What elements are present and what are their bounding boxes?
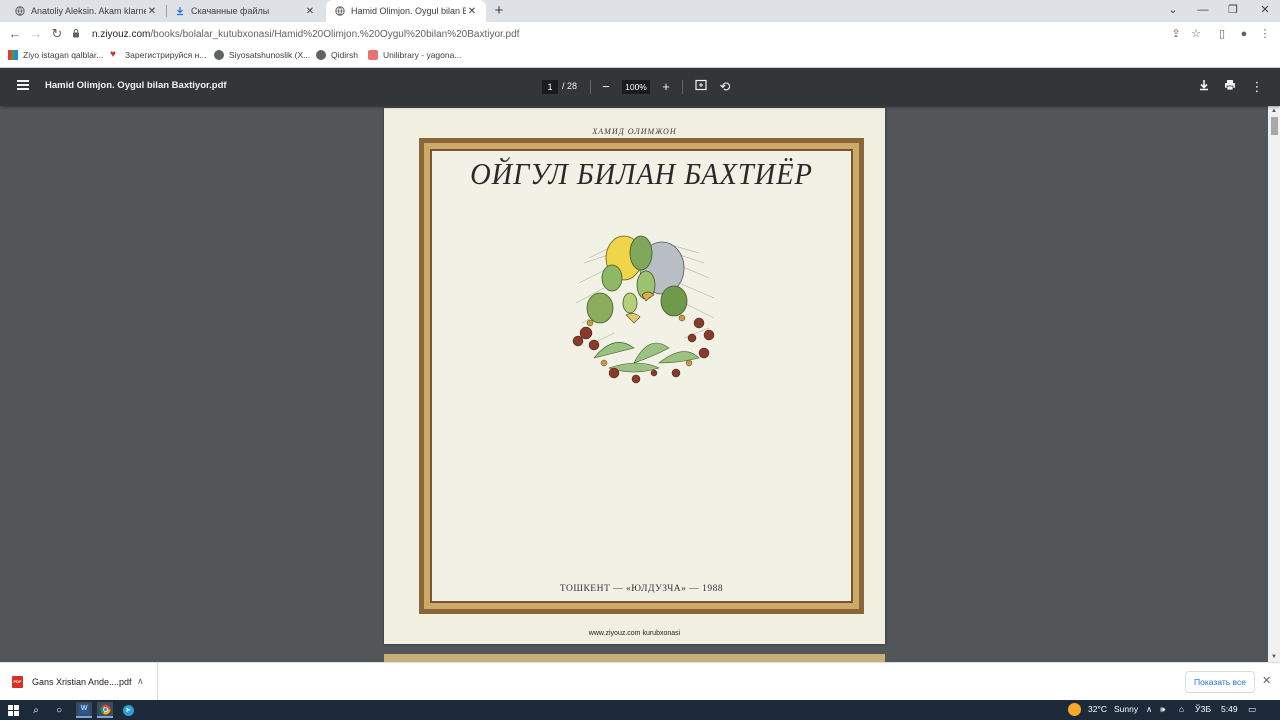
windows-taskbar: ⌕ ○ W ➤ 32°C Sunny ∧ 🕪 ⌂ ЎЗБ 5:49 ▭	[0, 700, 1280, 720]
minimize-button[interactable]: —	[1188, 0, 1218, 22]
book-title: ОЙГУЛ БИЛАН БАХТИЁР	[470, 156, 813, 191]
forward-button[interactable]: →	[27, 25, 45, 43]
download-filename: Gans Xristian Ande....pdf	[32, 676, 132, 687]
globe-icon	[334, 6, 345, 17]
tab-downloads[interactable]: Скачанные файлы ✕	[166, 0, 324, 22]
tab-title: Hamid Olimjon. Oygul bilan Baxti	[351, 6, 466, 16]
pdf-file-icon: PDF	[12, 675, 23, 688]
print-icon[interactable]	[1221, 78, 1239, 96]
language-indicator[interactable]: ЎЗБ	[1195, 704, 1211, 714]
pdf-viewport[interactable]: ХАМИД ОЛИМЖОН ОЙГУЛ БИЛАН БАХТИЁР ТОШКЕН…	[0, 106, 1280, 662]
address-bar[interactable]: n.ziyouz.com/books/bolalar_kutubxonasi/H…	[72, 24, 1212, 44]
star-icon[interactable]: ☆	[1187, 25, 1205, 43]
globe-icon	[14, 6, 25, 17]
close-window-button[interactable]: ✕	[1250, 0, 1280, 22]
scroll-up-arrow-icon[interactable]: ▲	[1268, 106, 1280, 116]
close-icon[interactable]: ✕	[146, 6, 158, 17]
globe-icon	[214, 50, 224, 60]
zoom-in-button[interactable]: +	[657, 78, 675, 96]
volume-icon[interactable]: 🕪	[1160, 704, 1165, 715]
bookmark-qidirsh[interactable]: Qidirsh	[316, 50, 358, 60]
bookmark-label: Зарегистрируйся н...	[125, 50, 207, 60]
heart-icon: ♥	[110, 49, 116, 60]
download-item[interactable]: PDF Gans Xristian Ande....pdf ∧	[0, 663, 158, 700]
close-icon[interactable]: ✕	[466, 6, 478, 17]
page-number-input[interactable]: 1	[542, 80, 558, 94]
windows-start-icon[interactable]	[5, 702, 21, 718]
toolbar-divider	[590, 80, 591, 94]
network-icon[interactable]: ⌂	[1179, 704, 1184, 714]
download-icon	[174, 6, 185, 17]
tab-hamid-olimjon[interactable]: Hamid Olimjon. Oygul bilan Baxti ✕	[326, 0, 486, 22]
clock-time[interactable]: 5:49	[1221, 704, 1238, 714]
url-text: n.ziyouz.com/books/bolalar_kutubxonasi/H…	[92, 29, 519, 40]
restore-button[interactable]: ❐	[1218, 0, 1248, 22]
downloads-bar: PDF Gans Xristian Ande....pdf ∧ Показать…	[0, 662, 1280, 700]
share-icon[interactable]: ⇪	[1167, 25, 1185, 43]
new-tab-button[interactable]: +	[490, 2, 508, 20]
zoom-input[interactable]: 100%	[622, 80, 650, 94]
zoom-out-button[interactable]: −	[597, 78, 615, 96]
task-view-icon[interactable]: ○	[51, 702, 67, 718]
tab-anatoliy[interactable]: Anatoliy Aleksin. Akam klarnet ch ✕	[6, 0, 166, 22]
tab-strip: Anatoliy Aleksin. Akam klarnet ch ✕ Скач…	[0, 0, 1280, 22]
bookmark-icon	[8, 50, 18, 60]
reload-button[interactable]: ↻	[48, 25, 66, 43]
pdf-page: ХАМИД ОЛИМЖОН ОЙГУЛ БИЛАН БАХТИЁР ТОШКЕН…	[384, 108, 885, 644]
globe-icon	[316, 50, 326, 60]
telegram-app-icon[interactable]: ➤	[120, 702, 136, 718]
lock-icon[interactable]	[72, 28, 86, 40]
notifications-icon[interactable]: ▭	[1248, 704, 1256, 715]
close-icon[interactable]: ✕	[1262, 674, 1271, 687]
pdf-toolbar: Hamid Olimjon. Oygul bilan Baxtiyor.pdf …	[0, 68, 1280, 106]
book-author: ХАМИД ОЛИМЖОН	[592, 127, 677, 136]
weather-text[interactable]: Sunny	[1114, 704, 1138, 714]
menu-icon[interactable]	[14, 78, 32, 96]
page-footer-url: www.ziyouz.com kurubxonasi	[588, 630, 681, 637]
cover-illustration	[572, 235, 715, 384]
bookmark-label: Siyosatshunoslik (X...	[229, 50, 311, 60]
pdf-page-next	[384, 654, 885, 662]
weather-temp[interactable]: 32°C	[1088, 704, 1107, 714]
back-button[interactable]: ←	[6, 25, 24, 43]
bookmark-siyosatshunoslik[interactable]: Siyosatshunoslik (X...	[214, 50, 310, 60]
vertical-scrollbar[interactable]: ▲ ▼	[1268, 106, 1280, 662]
url-host: n.ziyouz.com	[92, 28, 151, 40]
search-icon[interactable]: ⌕	[28, 702, 44, 718]
scroll-down-arrow-icon[interactable]: ▼	[1268, 652, 1280, 662]
tab-title: Скачанные файлы	[191, 6, 270, 16]
download-icon[interactable]	[1195, 78, 1213, 96]
bookmark-label: Ziyo istagan qalblar...	[23, 50, 104, 60]
profile-icon[interactable]: ●	[1235, 25, 1253, 43]
chrome-app-icon[interactable]	[97, 702, 113, 718]
chevron-up-icon[interactable]: ∧	[137, 676, 157, 687]
bookmark-register[interactable]: ♥ Зарегистрируйся н...	[110, 49, 207, 61]
bookmark-ziyo[interactable]: Ziyo istagan qalblar...	[8, 50, 103, 60]
show-all-button[interactable]: Показать все	[1185, 671, 1255, 693]
browser-toolbar: ← → ↻ n.ziyouz.com/books/bolalar_kutubxo…	[0, 22, 1280, 46]
fit-page-icon[interactable]	[692, 78, 710, 96]
tray-chevron-icon[interactable]: ∧	[1146, 704, 1152, 715]
rotate-icon[interactable]: ⟲	[716, 78, 734, 96]
page-total: / 28	[562, 81, 578, 91]
word-app-icon[interactable]: W	[76, 702, 92, 718]
toolbar-divider	[682, 80, 683, 94]
scrollbar-thumb[interactable]	[1271, 117, 1278, 135]
more-menu-icon[interactable]: ⋮	[1256, 25, 1274, 43]
tab-title: Anatoliy Aleksin. Akam klarnet ch	[31, 6, 146, 16]
more-options-icon[interactable]: ⋮	[1248, 78, 1266, 96]
tab-search-chevron-icon[interactable]: ⌄	[1158, 0, 1188, 22]
url-path: /books/bolalar_kutubxonasi/Hamid%20Olimj…	[150, 28, 520, 40]
weather-sun-icon	[1068, 703, 1081, 718]
bookmark-label: Unilibrary - yagona...	[383, 50, 462, 60]
book-imprint: ТОШКЕНТ — «ЮЛДУЗЧА» — 1988	[559, 584, 724, 594]
bookmark-label: Qidirsh	[331, 50, 358, 60]
pdf-filename: Hamid Olimjon. Oygul bilan Baxtiyor.pdf	[45, 80, 227, 91]
book-icon	[368, 50, 378, 60]
bookmark-unilibrary[interactable]: Unilibrary - yagona...	[368, 50, 461, 60]
side-panel-icon[interactable]: ▯	[1213, 25, 1231, 43]
bookmarks-bar: Ziyo istagan qalblar... ♥ Зарегистрируйс…	[0, 46, 1280, 68]
close-icon[interactable]: ✕	[304, 6, 316, 17]
